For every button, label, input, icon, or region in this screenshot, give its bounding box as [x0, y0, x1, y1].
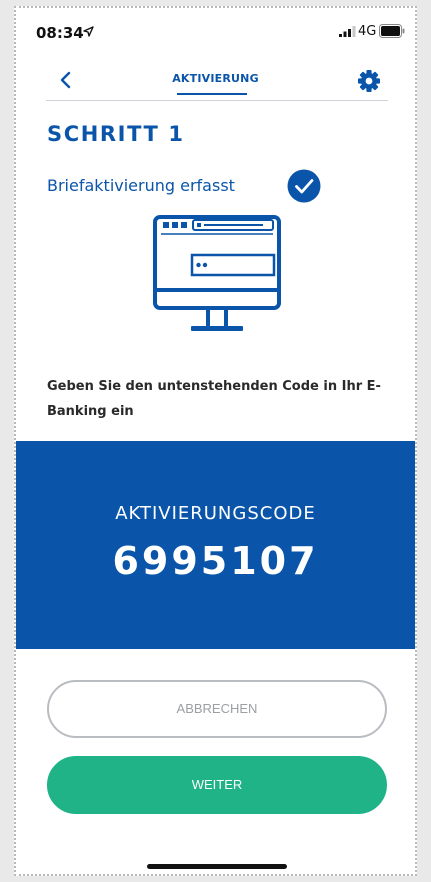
navigation-bar: AKTIVIERUNG [16, 56, 415, 104]
activation-status-text: Briefaktivierung erfasst [47, 176, 235, 195]
step-title: SCHRITT 1 [47, 122, 185, 146]
status-bar: 08:34 4G [16, 8, 415, 56]
title-underline [177, 93, 247, 95]
network-type: 4G [358, 24, 377, 39]
gear-icon[interactable] [356, 68, 382, 94]
activation-code-panel: AKTIVIERUNGSCODE 6995107 [16, 441, 415, 649]
battery-icon [379, 24, 405, 38]
phone-screen: 08:34 4G AKTIVIERUNG SCHRITT 1 Briefakti… [14, 6, 417, 876]
signal-bars-icon [339, 26, 356, 37]
activation-code-value: 6995107 [112, 539, 319, 583]
instruction-text: Geben Sie den untenstehenden Code in Ihr… [47, 379, 381, 419]
home-indicator[interactable] [147, 864, 287, 869]
activation-code-label: AKTIVIERUNGSCODE [115, 503, 316, 524]
status-time: 08:34 [36, 24, 84, 42]
navbar-divider [46, 100, 388, 101]
monitor-icon [153, 215, 281, 331]
location-arrow-icon [83, 26, 94, 37]
checkmark-circle-icon [287, 169, 321, 203]
cancel-button[interactable]: ABBRECHEN [47, 680, 387, 738]
next-button[interactable]: WEITER [47, 756, 387, 814]
